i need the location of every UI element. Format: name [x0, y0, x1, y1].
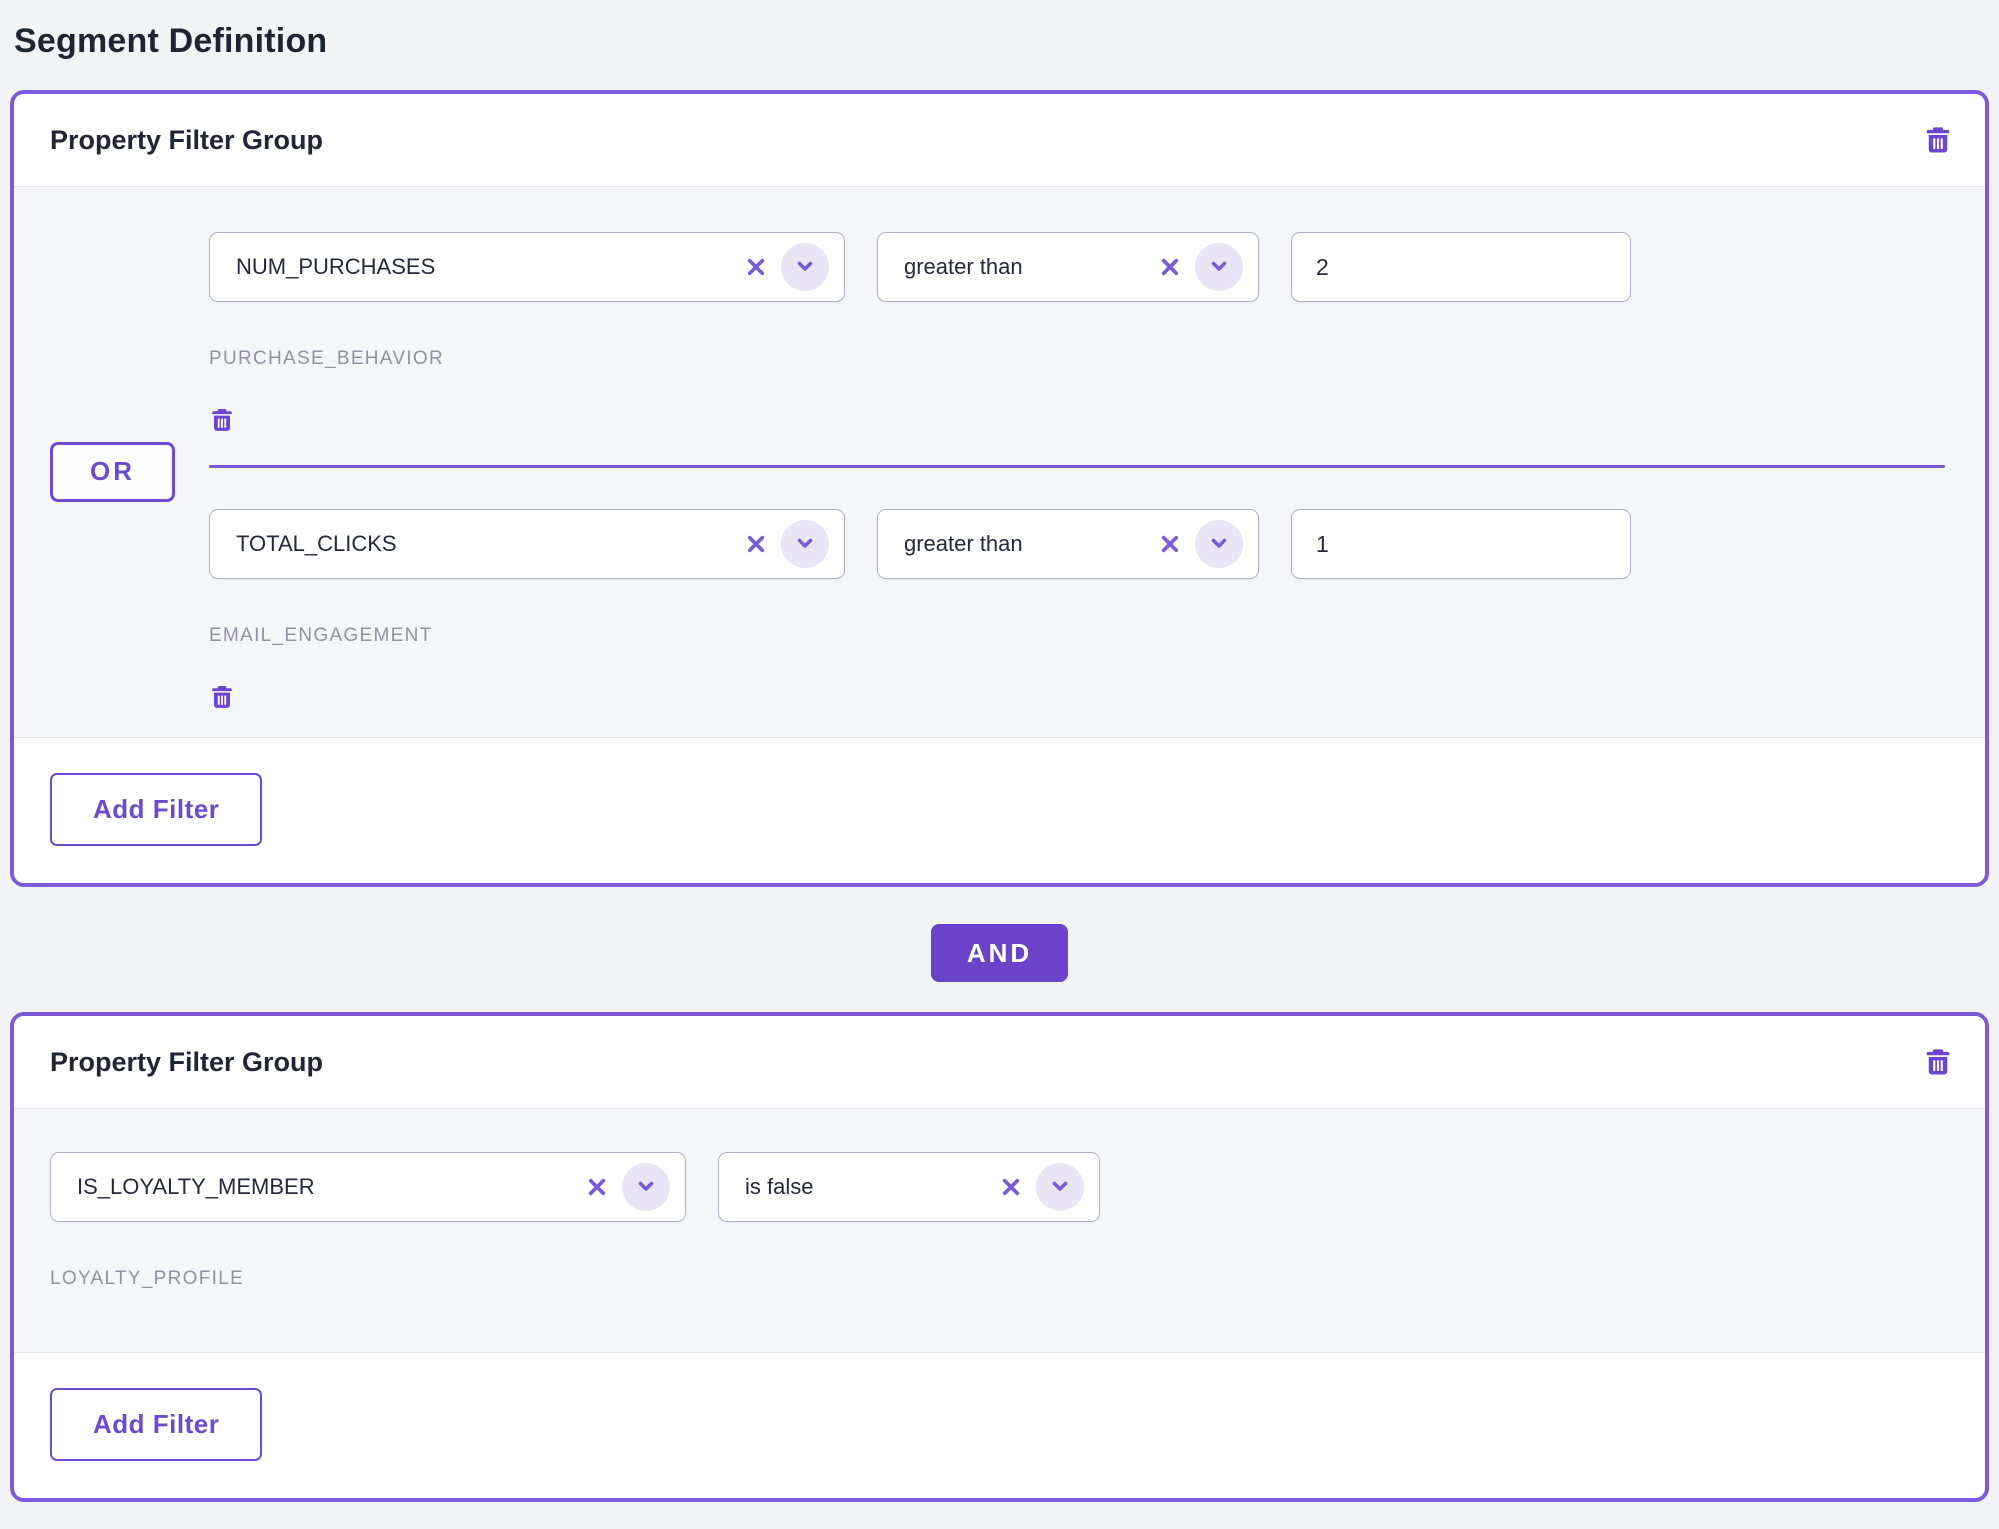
property-category-label: LOYALTY_PROFILE [50, 1268, 1945, 1290]
chevron-down-icon [1207, 531, 1231, 558]
property-select[interactable]: TOTAL_CLICKS [209, 509, 845, 579]
delete-filter-button[interactable] [209, 406, 235, 434]
trash-icon [1923, 124, 1953, 156]
group-title: Property Filter Group [50, 125, 323, 156]
close-icon [584, 1188, 610, 1203]
operator-select[interactable]: greater than [877, 232, 1259, 302]
close-icon [1157, 268, 1183, 283]
group-2-header: Property Filter Group [14, 1016, 1985, 1108]
clear-operator-button[interactable] [1157, 531, 1183, 557]
chevron-down-icon [793, 254, 817, 281]
clear-operator-button[interactable] [1157, 254, 1183, 280]
filter-1: IS_LOYALTY_MEMBER is [50, 1152, 1945, 1290]
filter-rows-column: IS_LOYALTY_MEMBER is [50, 1152, 1945, 1290]
open-property-dropdown-button[interactable] [781, 520, 829, 568]
property-select[interactable]: NUM_PURCHASES [209, 232, 845, 302]
chevron-down-icon [1048, 1174, 1072, 1201]
property-category-label: PURCHASE_BEHAVIOR [209, 348, 1945, 370]
property-filter-group-1: Property Filter Group OR N [10, 90, 1989, 887]
and-group-connector-button[interactable]: AND [931, 924, 1068, 982]
open-property-dropdown-button[interactable] [622, 1163, 670, 1211]
operator-select-value: greater than [904, 254, 1157, 280]
property-select-value: IS_LOYALTY_MEMBER [77, 1174, 584, 1200]
close-icon [1157, 545, 1183, 560]
operator-select[interactable]: is false [718, 1152, 1100, 1222]
add-filter-button[interactable]: Add Filter [50, 773, 262, 846]
filter-value-input[interactable] [1291, 232, 1631, 302]
filter-2: TOTAL_CLICKS greater [209, 509, 1945, 711]
group-1-header: Property Filter Group [14, 94, 1985, 186]
add-filter-button[interactable]: Add Filter [50, 1388, 262, 1461]
delete-filter-button[interactable] [209, 683, 235, 711]
filter-connector-column: OR [50, 232, 209, 711]
open-operator-dropdown-button[interactable] [1036, 1163, 1084, 1211]
filter-rows-column: NUM_PURCHASES greate [209, 232, 1945, 711]
group-title: Property Filter Group [50, 1047, 323, 1078]
open-property-dropdown-button[interactable] [781, 243, 829, 291]
trash-icon [209, 683, 235, 711]
group-1-filter-area: OR NUM_PURCHASES [14, 186, 1985, 738]
property-select-value: TOTAL_CLICKS [236, 531, 743, 557]
clear-operator-button[interactable] [998, 1174, 1024, 1200]
group-2-footer: Add Filter [14, 1353, 1985, 1498]
open-operator-dropdown-button[interactable] [1195, 243, 1243, 291]
filter-2-row: TOTAL_CLICKS greater [209, 509, 1945, 579]
operator-select-value: greater than [904, 531, 1157, 557]
delete-group-button[interactable] [1923, 124, 1953, 156]
clear-property-button[interactable] [743, 254, 769, 280]
close-icon [998, 1188, 1024, 1203]
operator-select-value: is false [745, 1174, 998, 1200]
delete-group-button[interactable] [1923, 1046, 1953, 1078]
open-operator-dropdown-button[interactable] [1195, 520, 1243, 568]
clear-property-button[interactable] [743, 531, 769, 557]
filter-value-input[interactable] [1291, 509, 1631, 579]
filter-1-row: NUM_PURCHASES greate [209, 232, 1945, 302]
property-filter-group-2: Property Filter Group IS_LOYALTY_MEMBER [10, 1012, 1989, 1502]
close-icon [743, 268, 769, 283]
filter-1-row: IS_LOYALTY_MEMBER is [50, 1152, 1945, 1222]
group-2-filter-area: IS_LOYALTY_MEMBER is [14, 1108, 1985, 1353]
property-select[interactable]: IS_LOYALTY_MEMBER [50, 1152, 686, 1222]
filter-1: NUM_PURCHASES greate [209, 232, 1945, 434]
trash-icon [209, 406, 235, 434]
operator-select[interactable]: greater than [877, 509, 1259, 579]
or-connector-line [209, 465, 1945, 468]
trash-icon [1923, 1046, 1953, 1078]
close-icon [743, 545, 769, 560]
or-connector-button[interactable]: OR [50, 442, 175, 502]
property-category-label: EMAIL_ENGAGEMENT [209, 625, 1945, 647]
property-select-value: NUM_PURCHASES [236, 254, 743, 280]
group-1-footer: Add Filter [14, 738, 1985, 883]
chevron-down-icon [634, 1174, 658, 1201]
page-title: Segment Definition [14, 22, 1989, 60]
chevron-down-icon [1207, 254, 1231, 281]
clear-property-button[interactable] [584, 1174, 610, 1200]
chevron-down-icon [793, 531, 817, 558]
